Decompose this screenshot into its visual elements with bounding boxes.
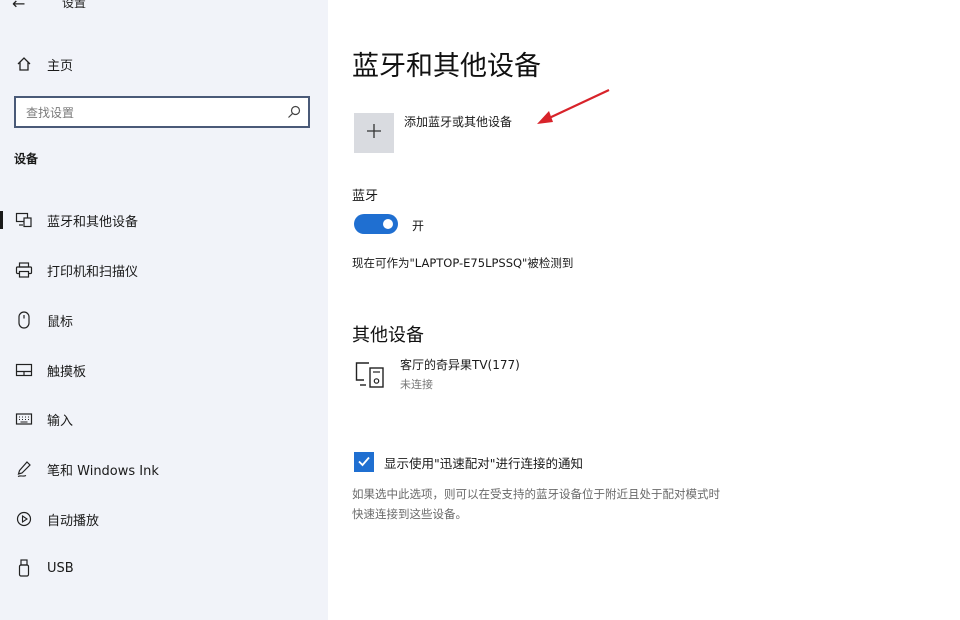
- toggle-knob: [383, 219, 393, 229]
- sidebar-item-typing[interactable]: 输入: [0, 401, 328, 437]
- sidebar-item-label: USB: [47, 560, 74, 576]
- sidebar-item-label: 笔和 Windows Ink: [47, 463, 159, 479]
- search-icon[interactable]: [286, 104, 302, 120]
- sidebar-item-label: 触摸板: [47, 364, 87, 380]
- bluetooth-toggle[interactable]: [354, 214, 398, 234]
- home-icon: [14, 54, 34, 74]
- add-device-label[interactable]: 添加蓝牙或其他设备: [404, 113, 512, 130]
- bluetooth-state: 开: [412, 219, 425, 233]
- selection-indicator: [0, 211, 3, 229]
- sidebar-item-pen[interactable]: 笔和 Windows Ink: [0, 451, 328, 487]
- device-item[interactable]: 客厅的奇异果TV(177) 未连接: [352, 356, 652, 396]
- device-status: 未连接: [400, 378, 433, 391]
- sidebar-item-autoplay[interactable]: 自动播放: [0, 501, 328, 537]
- sidebar: ← 设置 主页 设备 蓝牙和其他设备 打印: [0, 0, 328, 620]
- sidebar-item-label: 蓝牙和其他设备: [47, 214, 139, 230]
- keyboard-icon: [14, 409, 34, 429]
- swift-pair-label: 显示使用"迅速配对"进行连接的通知: [384, 456, 583, 471]
- sidebar-item-printers[interactable]: 打印机和扫描仪: [0, 252, 328, 288]
- annotation-arrow: [537, 89, 610, 124]
- sidebar-item-usb[interactable]: USB: [0, 550, 328, 586]
- back-button[interactable]: ←: [12, 0, 25, 13]
- touchpad-icon: [14, 360, 34, 380]
- description-line: 如果选中此选项，则可以在受支持的蓝牙设备位于附近且处于配对模式时: [352, 487, 720, 501]
- sidebar-item-label: 主页: [47, 58, 74, 74]
- mouse-icon: [14, 310, 34, 330]
- sidebar-item-home[interactable]: 主页: [0, 46, 328, 82]
- plus-icon: [365, 122, 383, 144]
- settings-window: ← 设置 主页 设备 蓝牙和其他设备 打印: [0, 0, 960, 620]
- checkmark-icon: [357, 453, 371, 472]
- bluetooth-label: 蓝牙: [352, 189, 379, 204]
- autoplay-icon: [14, 509, 34, 529]
- discoverable-text: 现在可作为"LAPTOP-E75LPSSQ"被检测到: [352, 256, 574, 270]
- other-devices-title: 其他设备: [352, 325, 424, 346]
- printer-icon: [14, 260, 34, 280]
- sidebar-item-label: 打印机和扫描仪: [47, 264, 139, 280]
- bluetooth-devices-icon: [14, 210, 34, 230]
- swift-pair-description: 如果选中此选项，则可以在受支持的蓝牙设备位于附近且处于配对模式时 快速连接到这些…: [352, 484, 852, 524]
- display-device-icon: [354, 360, 388, 390]
- swift-pair-checkbox[interactable]: [354, 452, 374, 472]
- sidebar-section-title: 设备: [14, 152, 39, 166]
- title-bar: ← 设置: [0, 0, 328, 14]
- search-box[interactable]: [14, 96, 310, 128]
- sidebar-item-mouse[interactable]: 鼠标: [0, 302, 328, 338]
- device-name: 客厅的奇异果TV(177): [400, 358, 520, 372]
- usb-icon: [14, 558, 34, 578]
- main-content: 蓝牙和其他设备 添加蓝牙或其他设备 蓝牙 开 现在可作为"LAPTOP-E75L…: [328, 0, 960, 620]
- search-input[interactable]: [24, 103, 288, 123]
- sidebar-item-label: 自动播放: [47, 513, 100, 529]
- pen-icon: [14, 459, 34, 479]
- app-title: 设置: [62, 0, 87, 10]
- sidebar-item-label: 鼠标: [47, 314, 74, 330]
- add-device-button[interactable]: [354, 113, 394, 153]
- sidebar-item-bluetooth[interactable]: 蓝牙和其他设备: [0, 202, 328, 238]
- description-line: 快速连接到这些设备。: [352, 507, 467, 521]
- page-title: 蓝牙和其他设备: [352, 51, 541, 82]
- sidebar-item-label: 输入: [47, 413, 74, 429]
- sidebar-item-touchpad[interactable]: 触摸板: [0, 352, 328, 388]
